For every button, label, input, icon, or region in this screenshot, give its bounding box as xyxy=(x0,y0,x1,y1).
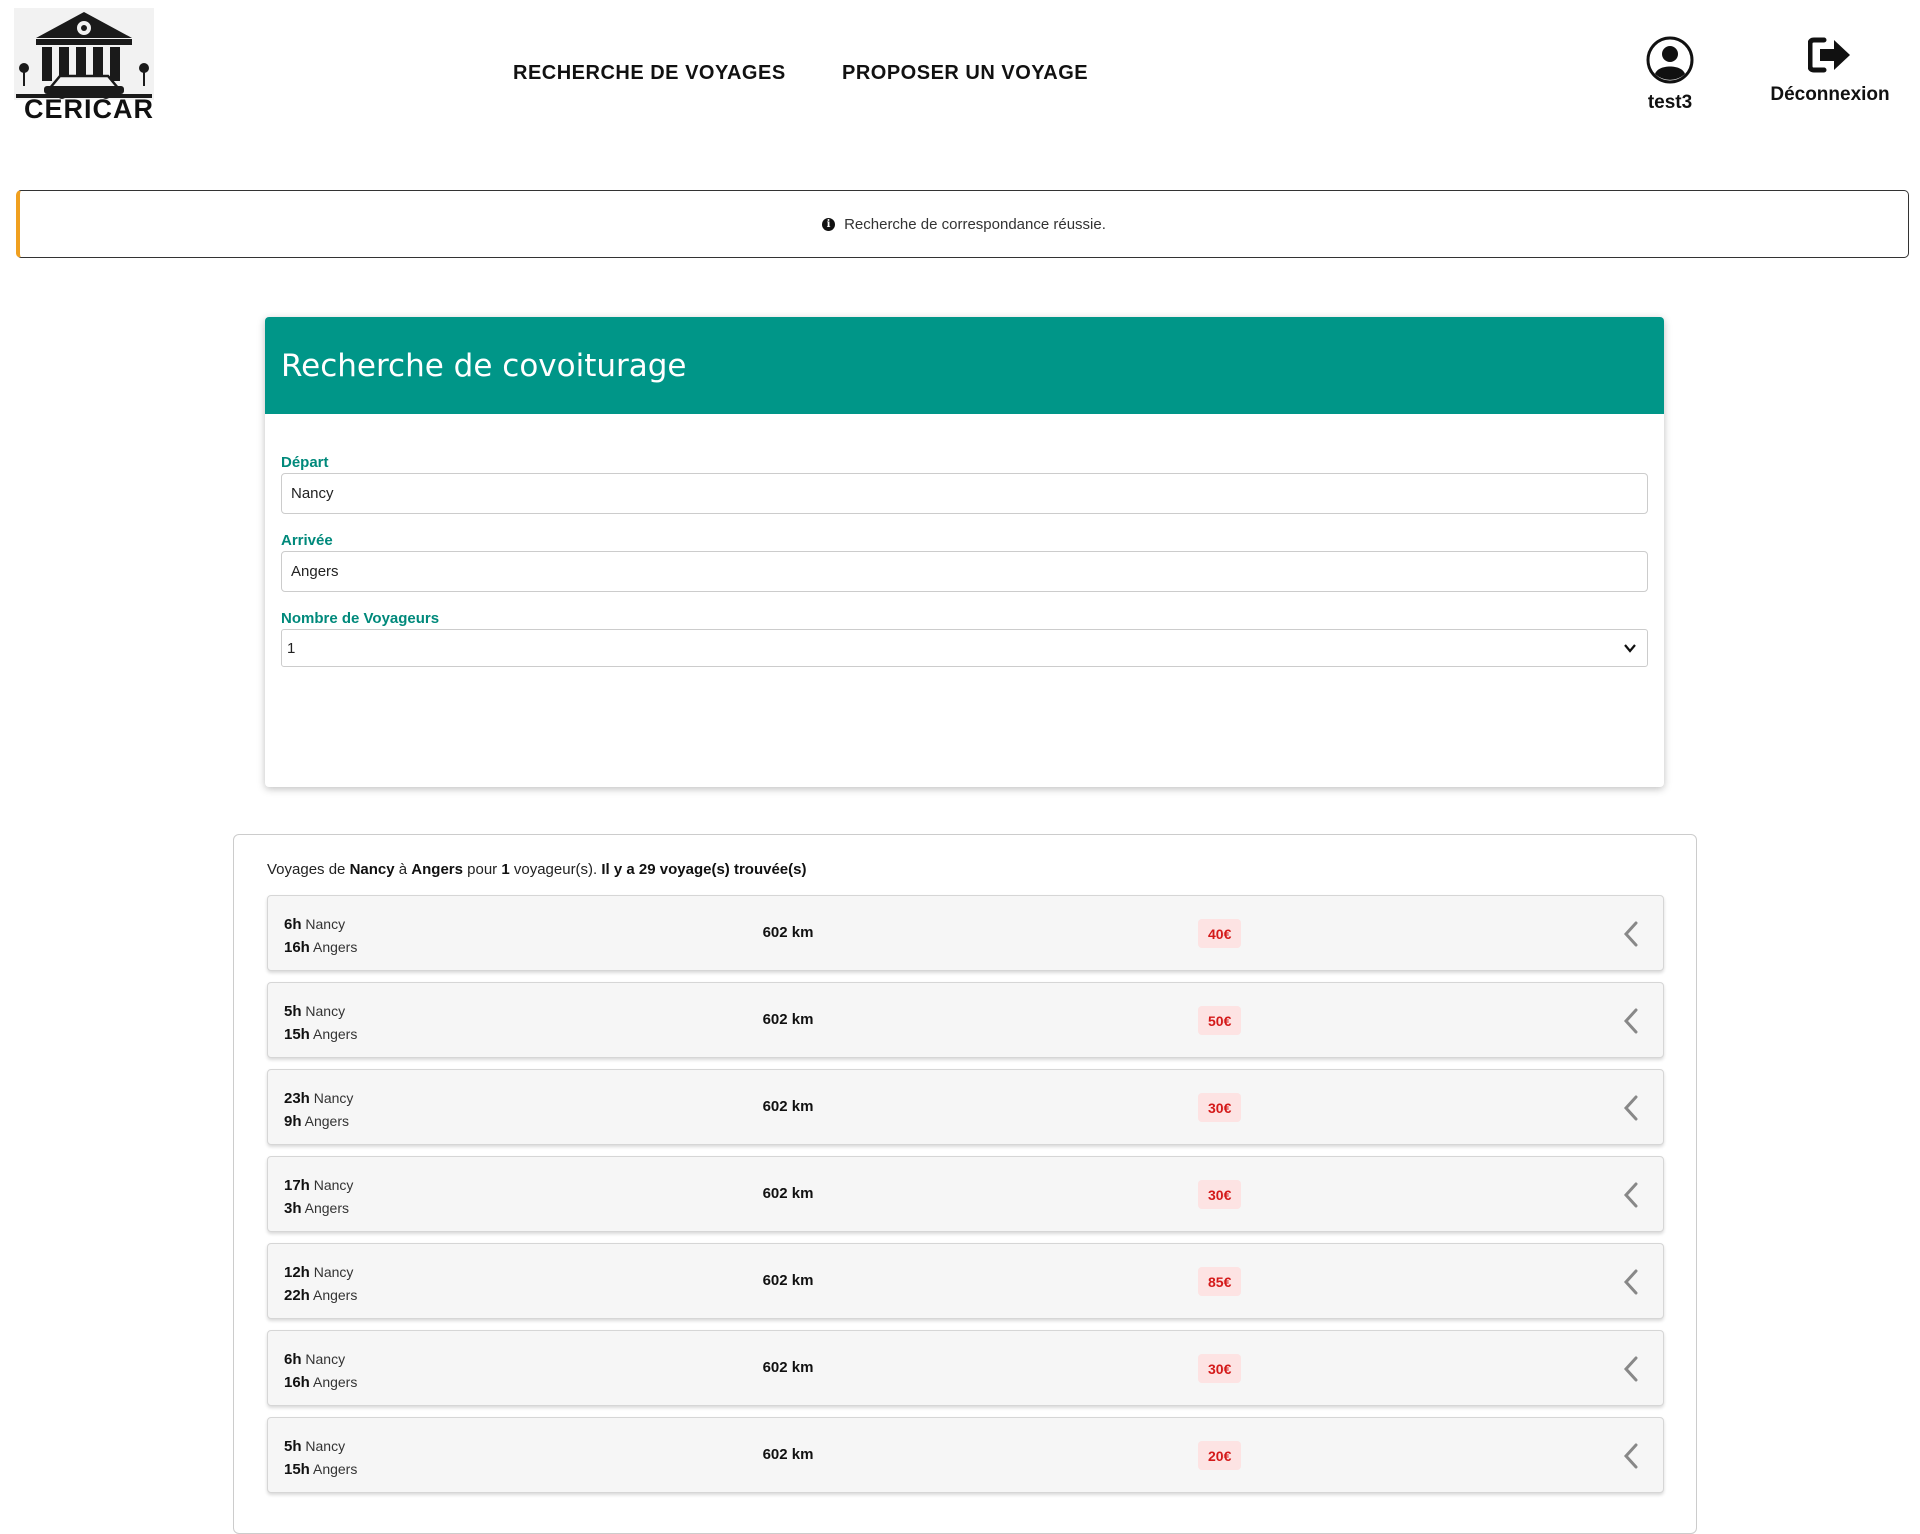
trip-price-badge: 50€ xyxy=(1198,1006,1242,1035)
trip-arrival-time: 16h xyxy=(284,939,310,956)
trip-row[interactable]: 12h Nancy 22h Angers 602 km 85€ xyxy=(267,1243,1664,1319)
chevron-left-icon[interactable] xyxy=(1621,1181,1641,1209)
summary-found: Il y a 29 voyage(s) trouvée(s) xyxy=(601,861,807,878)
trip-departure-city: Nancy xyxy=(313,1090,354,1106)
depart-label: Départ xyxy=(281,454,329,471)
chevron-left-icon[interactable] xyxy=(1621,1007,1641,1035)
chevron-left-icon[interactable] xyxy=(1621,1442,1641,1470)
trip-arrival-time: 22h xyxy=(284,1287,310,1304)
trip-distance: 602 km xyxy=(762,1098,814,1115)
trip-departure-city: Nancy xyxy=(305,1438,346,1454)
trip-departure-time: 23h xyxy=(284,1090,310,1107)
trip-times: 23h Nancy 9h Angers xyxy=(284,1087,353,1133)
trip-row[interactable]: 23h Nancy 9h Angers 602 km 30€ xyxy=(267,1069,1664,1145)
trip-distance: 602 km xyxy=(762,1359,814,1376)
results-panel: Voyages de Nancy à Angers pour 1 voyageu… xyxy=(233,834,1697,1534)
trip-departure-city: Nancy xyxy=(305,1351,346,1367)
trip-arrival-time: 3h xyxy=(284,1200,302,1217)
voyageurs-label: Nombre de Voyageurs xyxy=(281,610,440,627)
nav-recherche-voyages[interactable]: RECHERCHE DE VOYAGES xyxy=(513,62,786,85)
user-circle-icon xyxy=(1646,36,1694,84)
info-icon: i xyxy=(822,217,836,231)
alert-message: Recherche de correspondance réussie. xyxy=(844,215,1106,233)
voyageurs-select[interactable]: 1 xyxy=(281,629,1648,667)
trip-departure-city: Nancy xyxy=(305,916,346,932)
trip-row[interactable]: 5h Nancy 15h Angers 602 km 50€ xyxy=(267,982,1664,1058)
trip-arrival-city: Angers xyxy=(304,1113,349,1129)
logout-button[interactable]: Déconnexion xyxy=(1750,36,1910,106)
user-profile-button[interactable]: test3 xyxy=(1630,36,1710,114)
trip-price-badge: 30€ xyxy=(1198,1180,1242,1209)
trip-distance: 602 km xyxy=(762,1446,814,1463)
trip-distance: 602 km xyxy=(762,1272,814,1289)
arrivee-label: Arrivée xyxy=(281,532,333,549)
trip-distance: 602 km xyxy=(762,1011,814,1028)
search-card-title: Recherche de covoiturage xyxy=(265,317,1664,414)
trip-departure-time: 5h xyxy=(284,1003,302,1020)
summary-to: Angers xyxy=(411,861,463,878)
trip-departure-time: 5h xyxy=(284,1438,302,1455)
trip-departure-city: Nancy xyxy=(313,1264,354,1280)
summary-travelers-suffix: voyageur(s). xyxy=(509,861,602,878)
trip-arrival-city: Angers xyxy=(312,1461,358,1477)
building-car-logo-icon xyxy=(14,8,154,100)
trip-times: 5h Nancy 15h Angers xyxy=(284,1435,357,1481)
trip-price-badge: 30€ xyxy=(1198,1093,1242,1122)
arrivee-input[interactable]: Angers xyxy=(281,551,1648,592)
trip-arrival-city: Angers xyxy=(312,1026,358,1042)
chevron-down-icon xyxy=(1624,644,1636,653)
trip-arrival-city: Angers xyxy=(312,1374,358,1390)
trip-departure-time: 12h xyxy=(284,1264,310,1281)
chevron-left-icon[interactable] xyxy=(1621,920,1641,948)
nav-proposer-voyage[interactable]: PROPOSER UN VOYAGE xyxy=(842,62,1088,85)
chevron-left-icon[interactable] xyxy=(1621,1268,1641,1296)
logo-text: CERICAR xyxy=(24,94,155,124)
trip-arrival-city: Angers xyxy=(312,1287,358,1303)
chevron-left-icon[interactable] xyxy=(1621,1094,1641,1122)
trip-times: 6h Nancy 16h Angers xyxy=(284,1348,357,1394)
trip-row[interactable]: 17h Nancy 3h Angers 602 km 30€ xyxy=(267,1156,1664,1232)
trip-times: 17h Nancy 3h Angers xyxy=(284,1174,353,1220)
trip-arrival-time: 9h xyxy=(284,1113,302,1130)
trip-price-badge: 30€ xyxy=(1198,1354,1242,1383)
trip-price-badge: 40€ xyxy=(1198,919,1242,948)
cericar-logo[interactable]: CERICAR xyxy=(14,8,154,124)
trip-times: 12h Nancy 22h Angers xyxy=(284,1261,357,1307)
trip-departure-city: Nancy xyxy=(305,1003,346,1019)
trip-arrival-time: 15h xyxy=(284,1026,310,1043)
trip-times: 5h Nancy 15h Angers xyxy=(284,1000,357,1046)
trip-price-badge: 20€ xyxy=(1198,1441,1242,1470)
trip-arrival-city: Angers xyxy=(312,939,358,955)
summary-to-word: à xyxy=(394,861,412,878)
logout-label: Déconnexion xyxy=(1770,84,1890,105)
depart-input[interactable]: Nancy xyxy=(281,473,1648,514)
summary-pour: pour xyxy=(462,861,502,878)
trip-row[interactable]: 5h Nancy 15h Angers 602 km 20€ xyxy=(267,1417,1664,1493)
trip-departure-time: 6h xyxy=(284,1351,302,1368)
trip-distance: 602 km xyxy=(762,1185,814,1202)
trip-departure-time: 17h xyxy=(284,1177,310,1194)
summary-from: Nancy xyxy=(349,861,395,878)
trip-distance: 602 km xyxy=(762,924,814,941)
summary-prefix: Voyages de xyxy=(267,861,350,878)
trip-arrival-city: Angers xyxy=(304,1200,349,1216)
results-summary: Voyages de Nancy à Angers pour 1 voyageu… xyxy=(267,861,806,878)
trip-row[interactable]: 6h Nancy 16h Angers 602 km 40€ xyxy=(267,895,1664,971)
trip-departure-time: 6h xyxy=(284,916,302,933)
voyageurs-value: 1 xyxy=(287,639,296,657)
sign-out-icon xyxy=(1807,37,1850,73)
trip-departure-city: Nancy xyxy=(313,1177,354,1193)
alert-banner: i Recherche de correspondance réussie. xyxy=(16,190,1909,258)
trip-arrival-time: 15h xyxy=(284,1461,310,1478)
trip-row[interactable]: 6h Nancy 16h Angers 602 km 30€ xyxy=(267,1330,1664,1406)
trip-arrival-time: 16h xyxy=(284,1374,310,1391)
trip-times: 6h Nancy 16h Angers xyxy=(284,913,357,959)
trip-price-badge: 85€ xyxy=(1198,1267,1242,1296)
user-name: test3 xyxy=(1647,92,1693,113)
chevron-left-icon[interactable] xyxy=(1621,1355,1641,1383)
summary-travelers: 1 xyxy=(501,861,510,878)
search-card: Recherche de covoiturage Départ Nancy Ar… xyxy=(265,317,1664,787)
